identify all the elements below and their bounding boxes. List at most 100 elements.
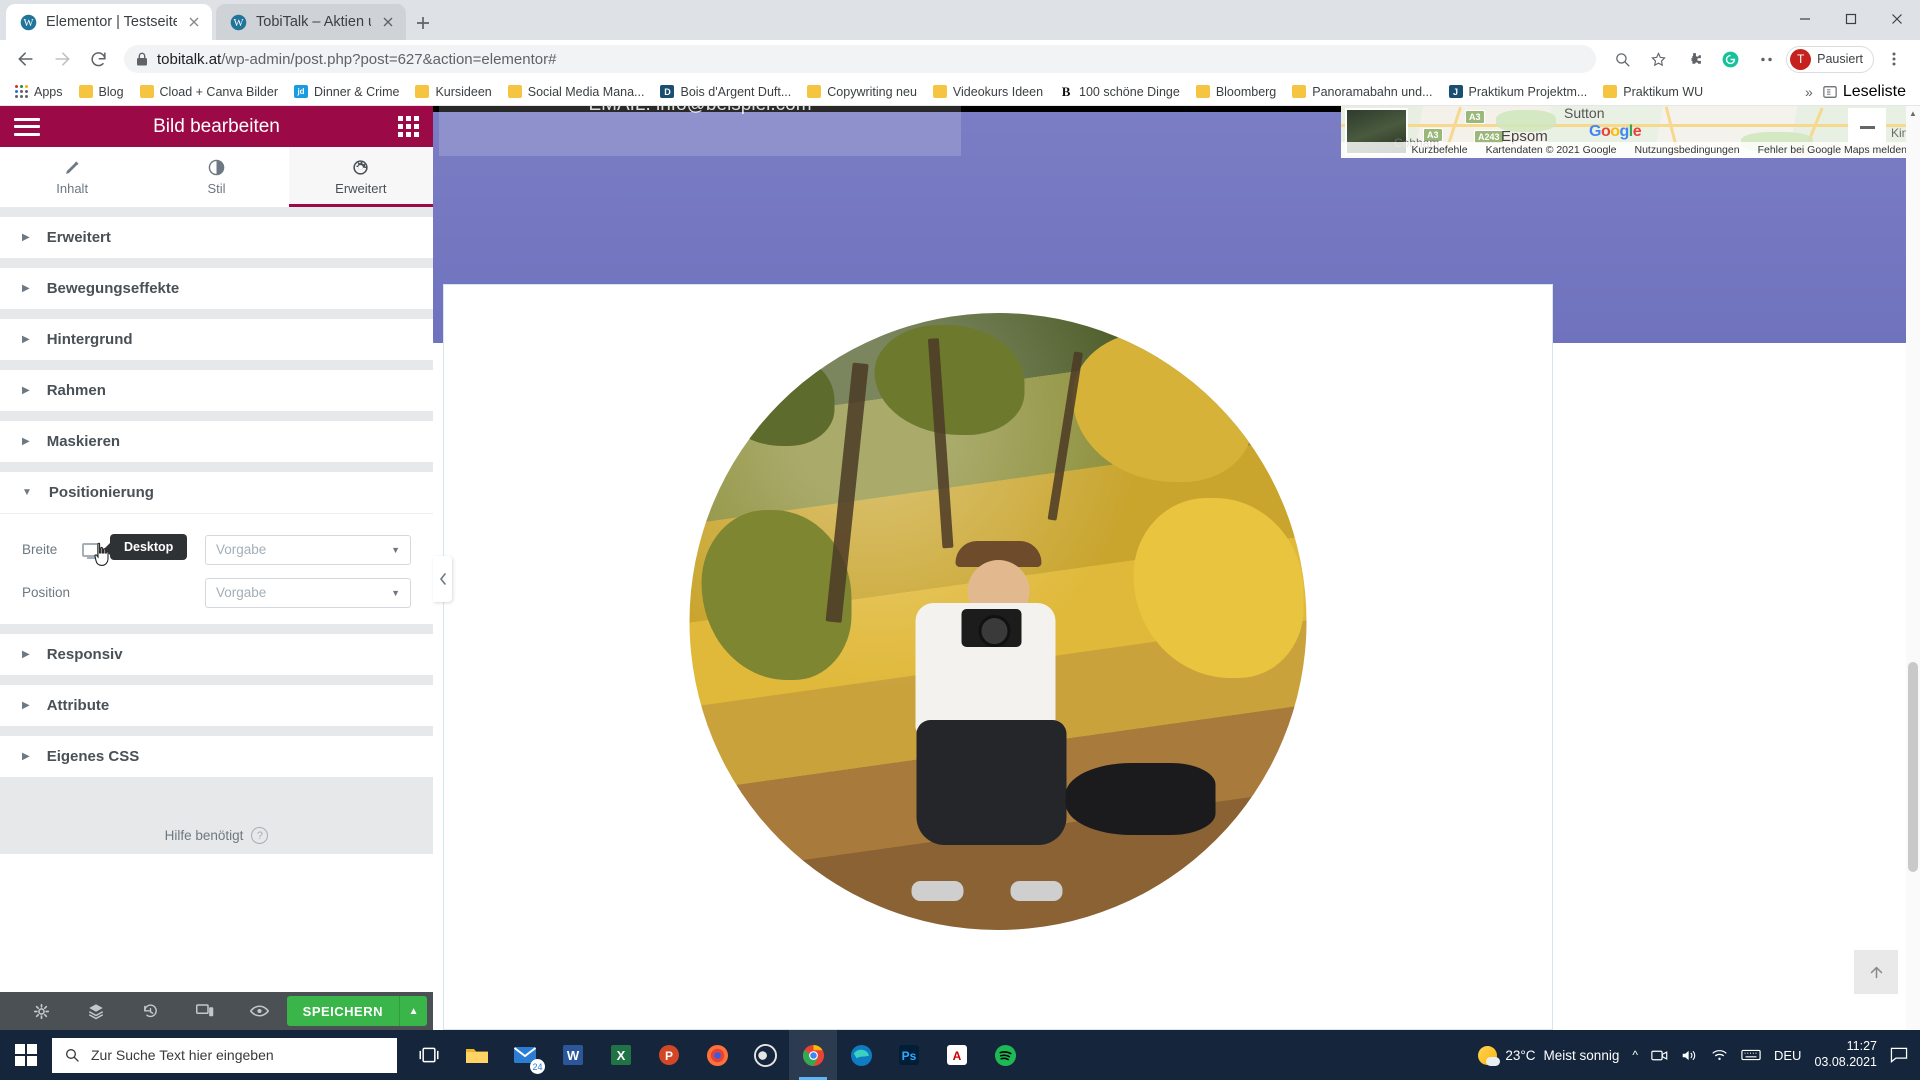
layers-icon[interactable]	[69, 1002, 124, 1020]
map-link-report[interactable]: Fehler bei Google Maps melden	[1758, 144, 1907, 156]
grammarly-icon[interactable]	[1714, 43, 1746, 75]
task-view-icon[interactable]	[405, 1030, 453, 1080]
browser-tab-inactive[interactable]: W TobiTalk – Aktien und persönliche	[216, 4, 406, 40]
extensions-icon[interactable]	[1750, 43, 1782, 75]
minimize-button[interactable]	[1782, 0, 1828, 38]
acrobat-icon[interactable]: A	[933, 1030, 981, 1080]
map-link-terms[interactable]: Nutzungsbedingungen	[1634, 144, 1739, 156]
bookmark-100-schoene-dinge[interactable]: B 100 schöne Dinge	[1052, 83, 1187, 101]
bookmark-cload-canva[interactable]: Cload + Canva Bilder	[133, 83, 285, 101]
photoshop-icon[interactable]: Ps	[885, 1030, 933, 1080]
canvas-scrollbar[interactable]: ▲	[1906, 106, 1920, 1030]
section-responsiv[interactable]: ▶ Responsiv	[0, 634, 433, 675]
bookmark-star-icon[interactable]	[1642, 43, 1674, 75]
bookmark-bloomberg[interactable]: Bloomberg	[1189, 83, 1283, 101]
section-hintergrund[interactable]: ▶ Hintergrund	[0, 319, 433, 360]
profile-photo-circle[interactable]	[689, 313, 1307, 930]
address-bar[interactable]: tobitalk.at/wp-admin/post.php?post=627&a…	[124, 45, 1597, 73]
close-window-button[interactable]	[1874, 0, 1920, 38]
gear-icon[interactable]	[14, 1003, 69, 1020]
tab-inhalt[interactable]: Inhalt	[0, 147, 144, 207]
wifi-icon[interactable]	[1711, 1048, 1728, 1062]
chrome-icon[interactable]	[789, 1030, 837, 1080]
image-widget-container[interactable]	[443, 284, 1553, 1030]
bookmark-kursideen[interactable]: Kursideen	[408, 83, 498, 101]
elementor-preview-canvas[interactable]: EMAIL: info@beispiel.com A3 A243 A3 Cobh…	[433, 106, 1920, 1030]
obs-icon[interactable]	[741, 1030, 789, 1080]
bookmark-praktikum-wu[interactable]: Praktikum WU	[1596, 83, 1710, 101]
google-map-embed[interactable]: A3 A243 A3 Cobham Epsom Sutton Kings Goo…	[1341, 106, 1917, 158]
browser-menu-icon[interactable]	[1878, 43, 1910, 75]
history-icon[interactable]	[123, 1003, 178, 1020]
notification-icon[interactable]	[1890, 1047, 1908, 1063]
bookmark-label: Praktikum WU	[1623, 84, 1704, 99]
section-bewegungseffekte[interactable]: ▶ Bewegungseffekte	[0, 268, 433, 309]
word-icon[interactable]: W	[549, 1030, 597, 1080]
eye-preview-icon[interactable]	[232, 1004, 287, 1018]
mail-icon[interactable]: 24	[501, 1030, 549, 1080]
camera-icon[interactable]	[1651, 1048, 1668, 1063]
close-icon[interactable]	[380, 14, 396, 30]
clock[interactable]: 11:27 03.08.2021	[1814, 1039, 1877, 1070]
bookmarks-overflow-button[interactable]: »	[1805, 84, 1813, 100]
save-options-button[interactable]: ▲	[399, 996, 428, 1026]
help-row[interactable]: Hilfe benötigt ?	[0, 815, 433, 854]
edge-icon[interactable]	[837, 1030, 885, 1080]
scrollbar-up-arrow[interactable]: ▲	[1906, 106, 1920, 120]
section-maskieren[interactable]: ▶ Maskieren	[0, 421, 433, 462]
forward-arrow-icon[interactable]	[46, 43, 78, 75]
section-positionierung[interactable]: ▼ Positionierung	[0, 472, 433, 513]
volume-icon[interactable]	[1681, 1048, 1698, 1063]
tray-overflow-button[interactable]: ^	[1632, 1048, 1638, 1062]
bookmark-panoramabahn[interactable]: Panoramabahn und...	[1285, 83, 1439, 101]
bookmark-blog[interactable]: Blog	[72, 83, 131, 101]
profile-chip[interactable]: T Pausiert	[1786, 45, 1874, 73]
bookmark-videokurs[interactable]: Videokurs Ideen	[926, 83, 1050, 101]
question-circle-icon[interactable]: ?	[251, 827, 269, 844]
bookmark-copywriting[interactable]: Copywriting neu	[800, 83, 924, 101]
bookmark-praktikum-projektm[interactable]: J Praktikum Projektm...	[1442, 83, 1595, 101]
reading-list-button[interactable]: Leseliste	[1823, 83, 1906, 101]
apps-grid-icon[interactable]	[398, 116, 419, 137]
spotify-icon[interactable]	[981, 1030, 1029, 1080]
scrollbar-thumb[interactable]	[1908, 662, 1918, 872]
extension-puzzle-icon[interactable]	[1678, 43, 1710, 75]
close-icon[interactable]	[186, 14, 202, 30]
section-attribute[interactable]: ▶ Attribute	[0, 685, 433, 726]
tab-stil[interactable]: Stil	[144, 147, 288, 207]
section-rahmen[interactable]: ▶ Rahmen	[0, 370, 433, 411]
save-button[interactable]: SPEICHERN	[286, 996, 400, 1026]
map-zoom-out-button[interactable]	[1848, 108, 1886, 146]
map-link-shortcuts[interactable]: Kurzbefehle	[1412, 144, 1468, 156]
scroll-to-top-button[interactable]	[1854, 950, 1898, 994]
width-select[interactable]: Vorgabe ▼	[205, 534, 411, 565]
zoom-icon[interactable]	[1606, 43, 1638, 75]
reload-icon[interactable]	[82, 43, 114, 75]
section-eigenes-css[interactable]: ▶ Eigenes CSS	[0, 736, 433, 777]
section-erweitert[interactable]: ▶ Erweitert	[0, 217, 433, 258]
windows-logo-icon[interactable]	[0, 1030, 52, 1080]
hamburger-icon[interactable]	[14, 117, 40, 136]
maximize-button[interactable]	[1828, 0, 1874, 38]
keyboard-icon[interactable]	[1741, 1048, 1761, 1062]
tab-erweitert[interactable]: Erweitert	[288, 147, 434, 207]
panel-body[interactable]: ▶ Erweitert ▶ Bewegungseffekte ▶ Hinterg…	[0, 207, 433, 992]
bookmark-social-media[interactable]: Social Media Mana...	[501, 83, 652, 101]
firefox-icon[interactable]	[693, 1030, 741, 1080]
excel-icon[interactable]: X	[597, 1030, 645, 1080]
responsive-devices-icon[interactable]	[178, 1003, 233, 1019]
browser-tab-active[interactable]: W Elementor | Testseite	[6, 4, 212, 40]
language-indicator[interactable]: DEU	[1774, 1048, 1801, 1063]
weather-widget[interactable]: 23°C Meist sonnig	[1478, 1045, 1619, 1066]
new-tab-button[interactable]	[412, 12, 434, 34]
bookmark-bois-dargent[interactable]: D Bois d'Argent Duft...	[653, 83, 798, 101]
powerpoint-icon[interactable]: P	[645, 1030, 693, 1080]
section-divider	[0, 360, 433, 370]
file-explorer-icon[interactable]	[453, 1030, 501, 1080]
search-input[interactable]: Zur Suche Text hier eingeben	[52, 1037, 397, 1073]
position-select[interactable]: Vorgabe ▼	[205, 577, 411, 608]
bookmark-apps[interactable]: Apps	[8, 83, 70, 101]
bookmark-dinner-crime[interactable]: jd Dinner & Crime	[287, 83, 406, 101]
back-arrow-icon[interactable]	[10, 43, 42, 75]
panel-collapse-handle[interactable]	[433, 556, 452, 602]
